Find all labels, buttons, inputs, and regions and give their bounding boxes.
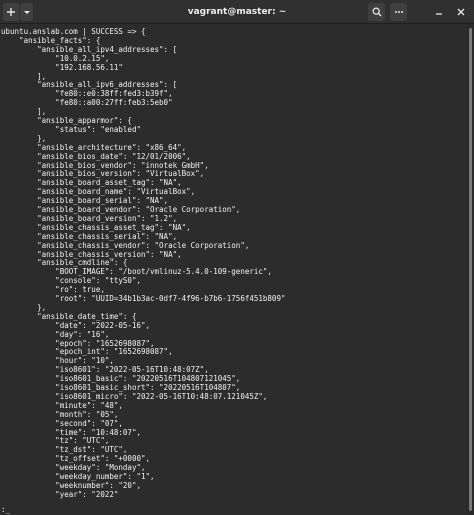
terminal-line: "ansible_chassis_version": "NA",: [1, 249, 182, 259]
terminal-line: "10.0.2.15",: [1, 53, 110, 63]
terminal-line: "ro": true,: [1, 285, 105, 295]
terminal-line: "root": "UUID=34b1b3ac-0df7-4f96-b7b6-17…: [1, 294, 286, 303]
terminal-line: "hour": "10",: [1, 356, 114, 366]
terminal-line: "ansible_cmdline": {: [1, 258, 128, 268]
terminal-line: "year": "2022": [1, 489, 119, 499]
terminal-line: "ansible_chassis_vendor": "Oracle Corpor…: [1, 240, 250, 250]
terminal-line: "ansible_chassis_asset_tag": "NA",: [1, 222, 191, 232]
chevron-down-icon: [23, 11, 30, 14]
terminal-line: "ansible_board_asset_tag": "NA",: [1, 178, 182, 188]
terminal-line: "weekday": "Monday",: [1, 463, 146, 473]
terminal-line: "iso8601_basic_short": "20220516T104807"…: [1, 383, 241, 392]
terminal-line: "fe80::e0:38ff:fed3:b39f",: [1, 89, 173, 99]
terminal-line: "weeknumber": "20",: [1, 480, 141, 490]
terminal-line: "ansible_board_version": "1.2",: [1, 213, 178, 223]
tab-menu-button[interactable]: [20, 3, 33, 21]
terminal-line: "tz_offset": "+0000",: [1, 454, 151, 464]
close-button[interactable]: [454, 3, 468, 21]
terminal-line: "console": "ttyS0",: [1, 276, 141, 286]
terminal-line: "minute": "48",: [1, 400, 123, 410]
terminal-line: "iso8601_basic": "20220516T104807121045"…: [1, 374, 241, 384]
terminal-line: "ansible_board_serial": "NA",: [1, 196, 169, 206]
new-tab-button[interactable]: [3, 3, 19, 21]
terminal-line: "tz": "UTC",: [1, 436, 110, 446]
terminal-line: "ansible_facts": {: [1, 35, 101, 45]
terminal-line: "ansible_apparmor": {: [1, 116, 132, 125]
terminal-line: "ansible_board_vendor": "Oracle Corporat…: [1, 205, 241, 214]
terminal-line: ],: [1, 107, 47, 117]
terminal-line: "ansible_chassis_serial": "NA",: [1, 231, 178, 241]
terminal-line: "ansible_all_ipv6_addresses": [: [1, 80, 178, 90]
terminal-line: "ansible_bios_version": "VirtualBox",: [1, 169, 205, 179]
terminal-line: "fe80::a00:27ff:feb3:5eb0": [1, 98, 173, 108]
terminal-line: "month": "05",: [1, 409, 119, 419]
terminal-line: "date": "2022-05-16",: [1, 320, 151, 330]
terminal-line: "day": "16",: [1, 329, 110, 339]
terminal-line: ubuntu.anslab.com | SUCCESS => {: [1, 27, 146, 36]
terminal-cursor: :_: [1, 505, 11, 514]
minimize-icon: [436, 13, 442, 15]
terminal-output[interactable]: ubuntu.anslab.com | SUCCESS => { "ansibl…: [0, 24, 466, 515]
terminal-line: "epoch_int": "1652698087",: [1, 347, 173, 357]
terminal-line: "ansible_bios_vendor": "innotek GmbH",: [1, 160, 209, 170]
plus-icon: [7, 8, 15, 16]
terminal-line: "ansible_bios_date": "12/01/2006",: [1, 151, 191, 161]
terminal-line: "second": "07",: [1, 418, 123, 428]
search-icon: [372, 7, 381, 17]
terminal-line: ],: [1, 71, 47, 81]
terminal-line: "ansible_all_ipv4_addresses": [: [1, 44, 178, 54]
minimize-button[interactable]: [432, 3, 446, 21]
close-icon: [457, 8, 465, 16]
terminal-line: "BOOT_IMAGE": "/boot/vmlinuz-5.4.0-109-g…: [1, 267, 272, 277]
terminal-line: "weekday_number": "1",: [1, 472, 155, 481]
terminal-line: "status": "enabled": [1, 124, 141, 134]
terminal-line: "ansible_architecture": "x86_64",: [1, 142, 187, 152]
search-button[interactable]: [368, 3, 385, 21]
terminal-window: vagrant@master: ~ ubuntu.anslab.com | SU…: [0, 0, 474, 515]
terminal-line: "epoch": "1652698087",: [1, 338, 155, 348]
terminal-line: },: [1, 302, 47, 312]
menu-button[interactable]: [390, 3, 407, 21]
terminal-line: "time": "10:48:07",: [1, 427, 141, 437]
title-bar: vagrant@master: ~: [0, 0, 474, 24]
terminal-line: "192.168.56.11": [1, 62, 123, 72]
terminal-line: "ansible_date_time": {: [1, 311, 137, 321]
terminal-line: "iso8601": "2022-05-16T10:48:07Z",: [1, 365, 209, 375]
terminal-line: },: [1, 133, 47, 143]
terminal-line: "tz_dst": "UTC",: [1, 445, 128, 455]
scrollbar-thumb[interactable]: [469, 28, 472, 511]
ellipsis-icon: [394, 11, 403, 13]
terminal-line: "iso8601_micro": "2022-05-16T10:48:07.12…: [1, 391, 268, 401]
terminal-line: "ansible_board_name": "VirtualBox",: [1, 187, 196, 197]
